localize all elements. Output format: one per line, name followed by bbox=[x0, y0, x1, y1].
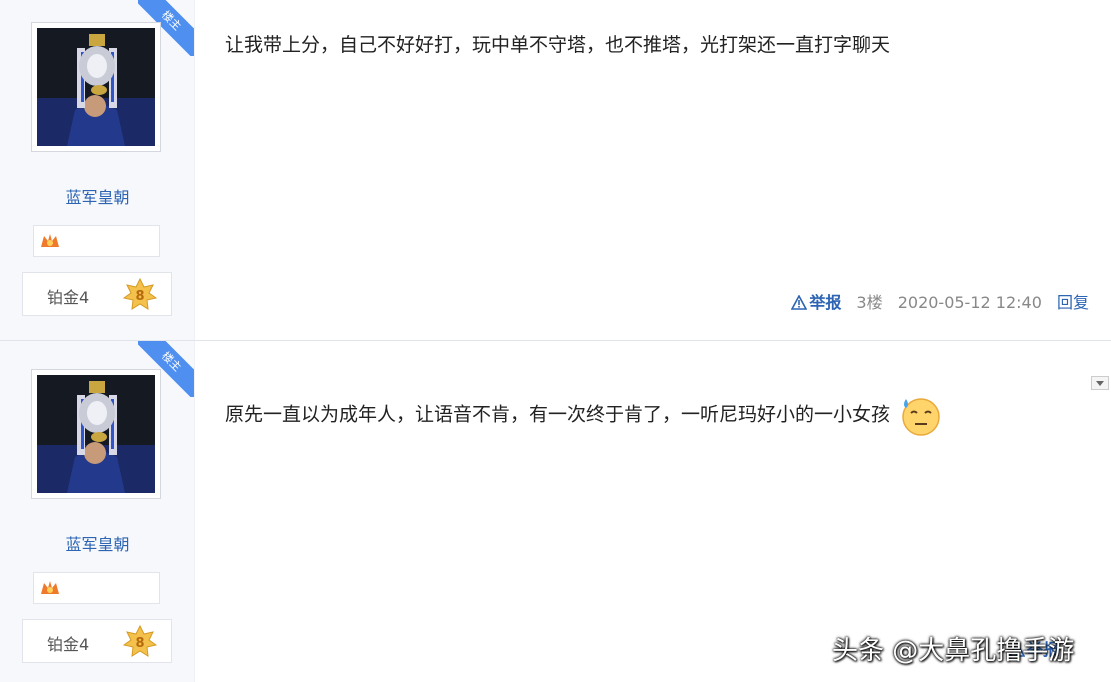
avatar-image bbox=[37, 375, 155, 493]
avatar[interactable] bbox=[31, 22, 161, 152]
post-content: 原先一直以为成年人，让语音不肯，有一次终于肯了，一听尼玛好小的一小女孩 bbox=[225, 393, 942, 437]
post-timestamp: 2020-05-12 12:40 bbox=[897, 293, 1042, 312]
collapse-dropdown-button[interactable] bbox=[1091, 376, 1109, 390]
level-icon bbox=[41, 234, 59, 247]
rank-label: 铂金4 bbox=[47, 635, 90, 654]
floor-number: 3楼 bbox=[856, 293, 883, 312]
sweat-emoji-icon bbox=[902, 398, 940, 436]
level-box bbox=[33, 572, 160, 604]
rank-badge-icon: 8 bbox=[123, 278, 157, 310]
avatar-image bbox=[37, 28, 155, 146]
rank-box: 铂金4 8 bbox=[22, 272, 172, 316]
reply-link[interactable]: 回复 bbox=[1057, 293, 1089, 312]
level-icon bbox=[41, 581, 59, 594]
post-1: 楼主 蓝军皇朝 铂金4 8 让我带上分，自己不好好打，玩中单不守塔，也不推塔，光… bbox=[0, 0, 1111, 340]
report-link[interactable]: 举报 bbox=[791, 293, 846, 312]
warning-icon bbox=[791, 295, 808, 310]
username-link[interactable]: 蓝军皇朝 bbox=[0, 184, 195, 208]
post-footer: 举报 3楼 2020-05-12 12:40 回复 bbox=[791, 289, 1089, 313]
author-sidebar: 楼主 蓝军皇朝 铂金4 8 bbox=[0, 341, 195, 682]
rank-badge-icon: 8 bbox=[123, 625, 157, 657]
author-sidebar: 楼主 蓝军皇朝 铂金4 8 bbox=[0, 0, 195, 340]
post-content: 让我带上分，自己不好好打，玩中单不守塔，也不推塔，光打架还一直打字聊天 bbox=[225, 34, 891, 56]
rank-level-number: 8 bbox=[135, 289, 144, 304]
level-box bbox=[33, 225, 160, 257]
rank-box: 铂金4 8 bbox=[22, 619, 172, 663]
username-link[interactable]: 蓝军皇朝 bbox=[0, 531, 195, 555]
avatar[interactable] bbox=[31, 369, 161, 499]
watermark: 头条 @大鼻孔撸手游 bbox=[832, 636, 1075, 666]
rank-level-number: 8 bbox=[135, 636, 144, 651]
report-label: 举报 bbox=[809, 293, 842, 312]
rank-label: 铂金4 bbox=[47, 288, 90, 307]
post-content-text: 原先一直以为成年人，让语音不肯，有一次终于肯了，一听尼玛好小的一小女孩 bbox=[225, 403, 891, 426]
